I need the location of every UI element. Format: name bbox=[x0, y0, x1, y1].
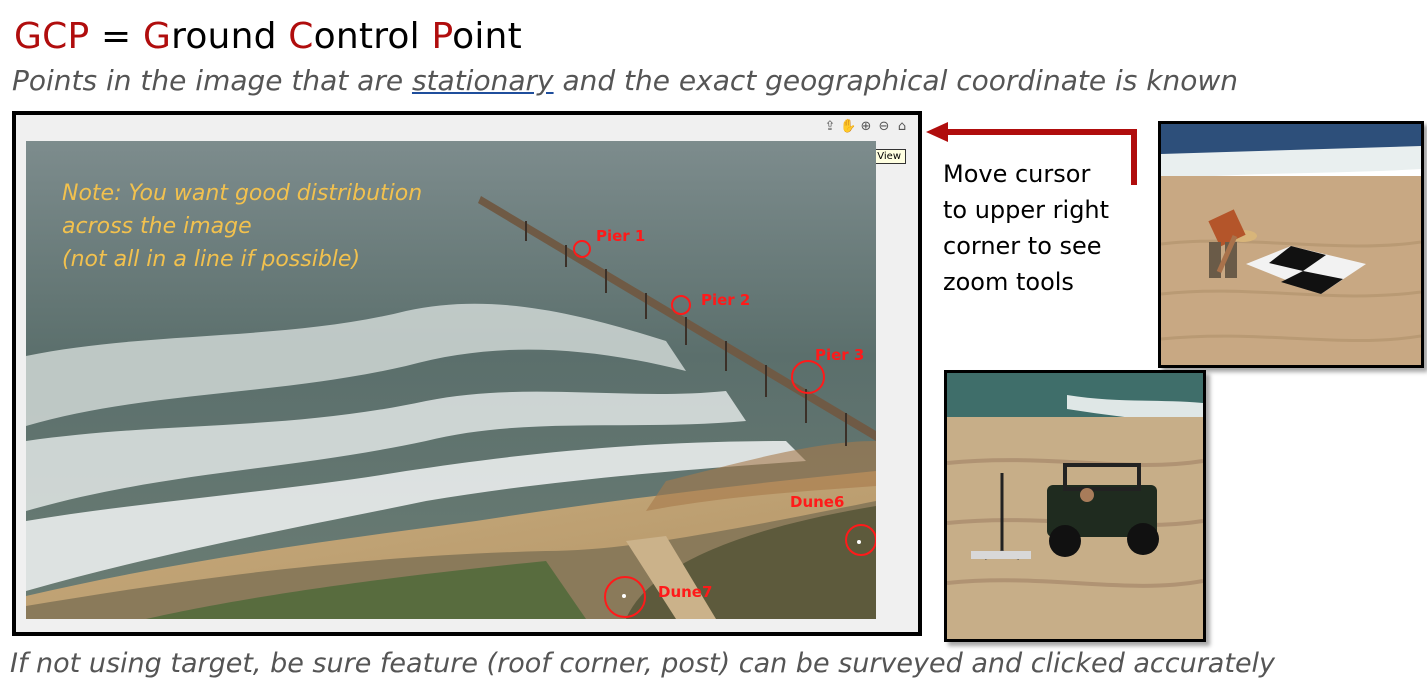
instruction-line-1: Move cursor bbox=[943, 160, 1091, 188]
target-placement-photo bbox=[1158, 121, 1424, 368]
distribution-note: Note: You want good distribution across … bbox=[62, 177, 422, 276]
zoom-toolbar: ⇪ ✋ ⊕ ⊖ ⌂ bbox=[822, 119, 910, 135]
title-acronym: G bbox=[14, 16, 43, 57]
gcp-label-pier2: Pier 2 bbox=[701, 291, 751, 309]
title-round: round bbox=[171, 16, 289, 57]
subtitle-underlined: stationary bbox=[411, 64, 554, 97]
vehicle-photo-drawing bbox=[947, 373, 1203, 639]
subtitle-post: and the exact geographical coordinate is… bbox=[553, 64, 1238, 97]
title-ontrol: ontrol bbox=[313, 16, 432, 57]
gcp-label-dune7: Dune7 bbox=[658, 583, 713, 601]
gcp-label-dune6: Dune6 bbox=[790, 493, 845, 511]
title-oint: oint bbox=[452, 16, 522, 57]
export-icon[interactable]: ⇪ bbox=[822, 119, 838, 135]
page-title: GCP = Ground Control Point bbox=[14, 16, 522, 57]
footer-note: If not using target, be sure feature (ro… bbox=[10, 648, 1276, 679]
zoom-instruction: Move cursor to upper right corner to see… bbox=[943, 156, 1109, 300]
title-g: G bbox=[143, 16, 172, 57]
image-viewer: ⇪ ✋ ⊕ ⊖ ⌂ Restore View bbox=[12, 111, 922, 636]
target-photo-drawing bbox=[1161, 124, 1421, 365]
instruction-line-3: corner to see bbox=[943, 232, 1102, 260]
pan-hand-icon[interactable]: ✋ bbox=[840, 119, 856, 135]
survey-vehicle-photo bbox=[944, 370, 1206, 642]
note-line-1: Note: You want good distribution bbox=[62, 181, 423, 206]
title-c: C bbox=[288, 16, 314, 57]
gcp-label-pier1: Pier 1 bbox=[596, 227, 646, 245]
instruction-line-2: to upper right bbox=[943, 196, 1110, 224]
page-subtitle: Points in the image that are stationary … bbox=[12, 64, 1238, 97]
title-equals: = bbox=[89, 16, 144, 57]
note-line-3: (not all in a line if possible) bbox=[62, 247, 361, 272]
subtitle-pre: Points in the image that are bbox=[12, 64, 412, 97]
title-acronym-rest: CP bbox=[42, 16, 90, 57]
aerial-beach-photo[interactable]: Note: You want good distribution across … bbox=[26, 141, 876, 619]
title-p: P bbox=[431, 16, 453, 57]
gcp-label-pier3: Pier 3 bbox=[815, 346, 865, 364]
zoom-out-icon[interactable]: ⊖ bbox=[876, 119, 892, 135]
home-icon[interactable]: ⌂ bbox=[894, 119, 910, 135]
zoom-in-icon[interactable]: ⊕ bbox=[858, 119, 874, 135]
instruction-line-4: zoom tools bbox=[943, 268, 1074, 296]
note-line-2: across the image bbox=[62, 214, 252, 239]
